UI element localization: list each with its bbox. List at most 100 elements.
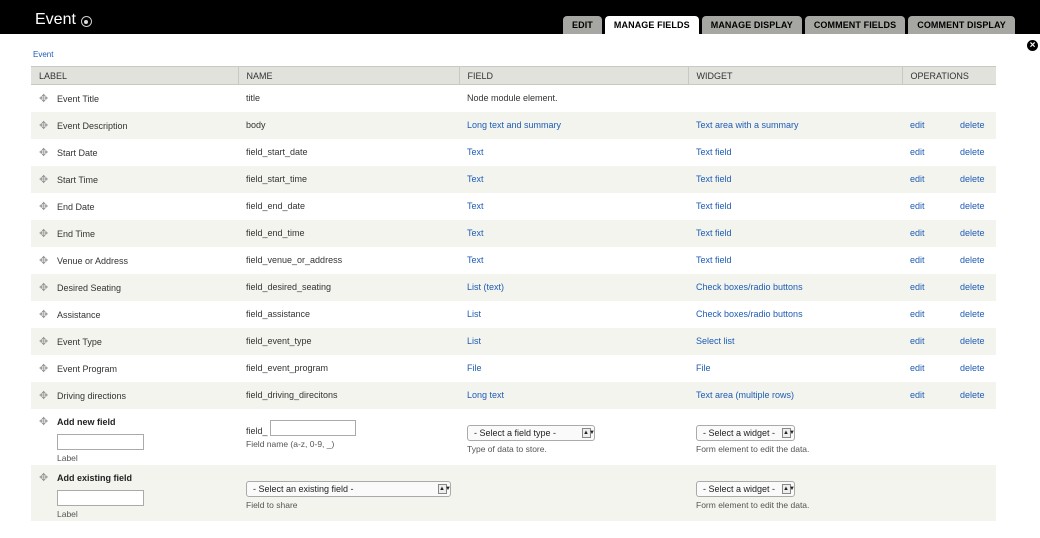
edit-link[interactable]: edit bbox=[910, 228, 960, 238]
drag-handle-icon[interactable]: ✥ bbox=[39, 200, 57, 213]
delete-link[interactable]: delete bbox=[960, 336, 985, 346]
row-field-type[interactable]: List bbox=[467, 336, 481, 346]
row-widget[interactable]: Text field bbox=[696, 228, 732, 238]
edit-link[interactable]: edit bbox=[910, 336, 960, 346]
row-widget-cell: Text field bbox=[688, 192, 902, 220]
row-label: Assistance bbox=[57, 309, 101, 320]
row-field-type[interactable]: Text bbox=[467, 228, 484, 238]
drag-handle-icon[interactable]: ✥ bbox=[39, 92, 57, 105]
drag-handle-icon[interactable]: ✥ bbox=[39, 335, 57, 348]
row-widget-cell: Check boxes/radio buttons bbox=[688, 273, 902, 301]
new-label-hint: Label bbox=[57, 452, 78, 463]
row-widget-cell: Text area (multiple rows) bbox=[688, 381, 902, 409]
edit-link[interactable]: edit bbox=[910, 390, 960, 400]
delete-link[interactable]: delete bbox=[960, 255, 985, 265]
row-widget[interactable]: Text field bbox=[696, 174, 732, 184]
tab-edit[interactable]: EDIT bbox=[563, 16, 602, 34]
drag-handle-icon[interactable]: ✥ bbox=[39, 362, 57, 375]
edit-link[interactable]: edit bbox=[910, 201, 960, 211]
close-icon[interactable]: × bbox=[1025, 38, 1040, 53]
new-widget-hint: Form element to edit the data. bbox=[696, 443, 810, 454]
row-widget[interactable]: Text area (multiple rows) bbox=[696, 390, 794, 400]
row-machine-name: field_start_date bbox=[238, 138, 459, 166]
row-widget[interactable]: Select list bbox=[696, 336, 735, 346]
row-widget[interactable]: Check boxes/radio buttons bbox=[696, 309, 803, 319]
delete-link[interactable]: delete bbox=[960, 363, 985, 373]
drag-handle-icon[interactable]: ✥ bbox=[39, 389, 57, 402]
edit-link[interactable]: edit bbox=[910, 255, 960, 265]
tab-comment-display[interactable]: COMMENT DISPLAY bbox=[908, 16, 1015, 34]
row-field-type[interactable]: List (text) bbox=[467, 282, 504, 292]
drag-handle-icon[interactable]: ✥ bbox=[39, 281, 57, 294]
drag-handle-icon[interactable]: ✥ bbox=[39, 254, 57, 267]
delete-link[interactable]: delete bbox=[960, 309, 985, 319]
tab-manage-display[interactable]: MANAGE DISPLAY bbox=[701, 16, 802, 34]
row-field-type[interactable]: List bbox=[467, 309, 481, 319]
row-widget[interactable]: File bbox=[696, 363, 711, 373]
table-row: ✥ Desired Seating field_desired_seating Lis… bbox=[31, 273, 996, 301]
delete-link[interactable]: delete bbox=[960, 228, 985, 238]
new-field-name-input[interactable] bbox=[270, 419, 357, 436]
row-ops-cell: edit delete bbox=[902, 327, 996, 355]
edit-link[interactable]: edit bbox=[910, 120, 960, 130]
delete-link[interactable]: delete bbox=[960, 174, 985, 184]
new-field-label-input[interactable] bbox=[57, 433, 144, 450]
header-operations: OPERATIONS bbox=[901, 66, 996, 85]
table-row: ✥ Event Type field_event_type List Select li… bbox=[31, 327, 996, 355]
delete-link[interactable]: delete bbox=[960, 147, 985, 157]
circle-dot-icon[interactable] bbox=[80, 16, 92, 27]
existing-label-hint: Label bbox=[57, 508, 78, 519]
row-field-type[interactable]: Text bbox=[467, 147, 484, 157]
add-new-label-cell: ✥ Add new field Label bbox=[31, 408, 238, 465]
edit-link[interactable]: edit bbox=[910, 282, 960, 292]
row-field-type[interactable]: Text bbox=[467, 174, 484, 184]
row-label: Start Time bbox=[57, 174, 99, 185]
edit-link[interactable]: edit bbox=[910, 309, 960, 319]
breadcrumb[interactable]: Event bbox=[33, 50, 53, 59]
delete-link[interactable]: delete bbox=[960, 282, 985, 292]
tab-manage-fields[interactable]: MANAGE FIELDS bbox=[604, 16, 699, 34]
field-name-prefix: field_ bbox=[246, 425, 268, 436]
edit-link[interactable]: edit bbox=[910, 363, 960, 373]
row-field-type[interactable]: Text bbox=[467, 255, 484, 265]
row-widget-cell: Text area with a summary bbox=[688, 111, 902, 139]
drag-handle-icon[interactable]: ✥ bbox=[39, 308, 57, 321]
edit-link[interactable]: edit bbox=[910, 174, 960, 184]
existing-field-label-input[interactable] bbox=[57, 489, 144, 506]
row-machine-name: field_start_time bbox=[238, 165, 459, 193]
delete-link[interactable]: delete bbox=[960, 201, 985, 211]
row-machine-name: field_event_program bbox=[238, 354, 459, 382]
row-ops-cell: edit delete bbox=[902, 111, 996, 139]
drag-handle-icon[interactable]: ✥ bbox=[39, 119, 57, 132]
existing-widget-select[interactable]: - Select a widget - ▲▼ bbox=[696, 480, 795, 497]
row-machine-name: field_assistance bbox=[238, 300, 459, 328]
delete-link[interactable]: delete bbox=[960, 390, 985, 400]
row-widget[interactable]: Text field bbox=[696, 147, 732, 157]
drag-handle-icon[interactable]: ✥ bbox=[39, 415, 57, 428]
row-label: Event Type bbox=[57, 336, 102, 347]
drag-handle-icon[interactable]: ✥ bbox=[39, 146, 57, 159]
row-widget-cell bbox=[688, 84, 902, 112]
field-type-select[interactable]: - Select a field type - ▲▼ bbox=[467, 424, 595, 441]
row-widget[interactable]: Text area with a summary bbox=[696, 120, 799, 130]
row-widget-cell: Text field bbox=[688, 246, 902, 274]
edit-link[interactable]: edit bbox=[910, 147, 960, 157]
top-bar: Event EDIT MANAGE FIELDS MANAGE DISPLAY COM… bbox=[0, 0, 1040, 34]
row-widget[interactable]: Text field bbox=[696, 201, 732, 211]
row-widget[interactable]: Check boxes/radio buttons bbox=[696, 282, 803, 292]
header-label: LABEL bbox=[31, 66, 238, 85]
existing-field-select[interactable]: - Select an existing field - ▲▼ bbox=[246, 480, 451, 497]
drag-handle-icon[interactable]: ✥ bbox=[39, 471, 57, 484]
row-ops-cell bbox=[902, 84, 996, 112]
row-field-type[interactable]: File bbox=[467, 363, 482, 373]
drag-handle-icon[interactable]: ✥ bbox=[39, 173, 57, 186]
drag-handle-icon[interactable]: ✥ bbox=[39, 227, 57, 240]
row-field-type[interactable]: Text bbox=[467, 201, 484, 211]
tab-comment-fields[interactable]: COMMENT FIELDS bbox=[804, 16, 906, 34]
new-widget-select[interactable]: - Select a widget - ▲▼ bbox=[696, 424, 795, 441]
add-new-widget-cell: - Select a widget - ▲▼ Form element to e… bbox=[688, 408, 902, 465]
row-field-type[interactable]: Long text bbox=[467, 390, 504, 400]
row-field-type[interactable]: Long text and summary bbox=[467, 120, 561, 130]
delete-link[interactable]: delete bbox=[960, 120, 985, 130]
row-widget[interactable]: Text field bbox=[696, 255, 732, 265]
